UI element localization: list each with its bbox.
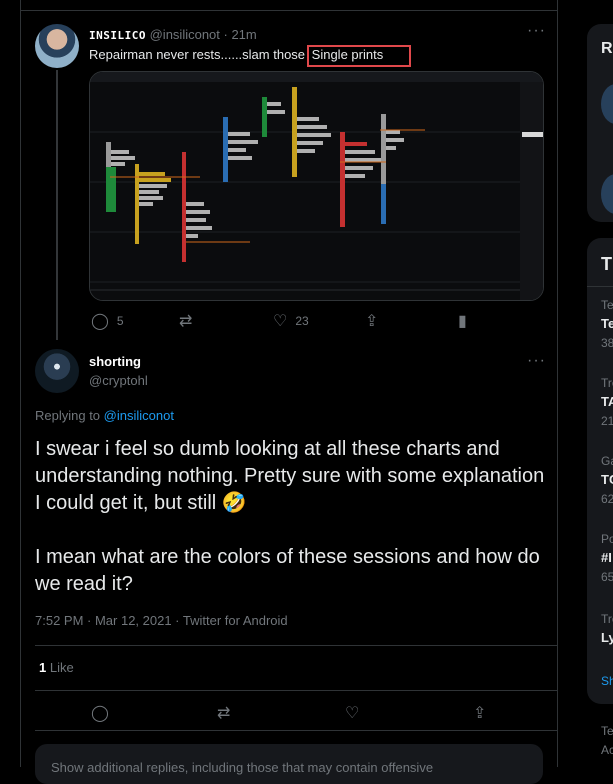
trend-context: Tre <box>601 612 613 626</box>
market-profile-chart <box>90 72 543 300</box>
analytics-icon: ▮ <box>458 313 467 330</box>
trend-count: 38 <box>601 336 613 350</box>
mention-link[interactable]: @insiliconot <box>104 408 174 423</box>
trend-context: Po <box>601 532 613 546</box>
share-icon: ⇪ <box>365 313 379 330</box>
handle[interactable]: @cryptohl <box>89 373 148 388</box>
trend-name[interactable]: Te <box>601 316 613 331</box>
trend-name[interactable]: Ly <box>601 630 613 645</box>
divider <box>35 645 557 646</box>
tweet-timestamp[interactable]: 7:52 PM · Mar 12, 2021 · Twitter for And… <box>35 613 288 628</box>
show-additional-replies[interactable]: Show additional replies, including those… <box>35 744 543 784</box>
like-count: 23 <box>295 314 309 328</box>
thread-connector <box>56 70 58 340</box>
likes-stat[interactable]: 1 Like <box>39 660 74 675</box>
share-icon: ⇪ <box>473 705 487 722</box>
avatar[interactable] <box>601 174 613 214</box>
avatar[interactable] <box>601 84 613 124</box>
like-icon: ♡ <box>273 313 288 330</box>
trend-context: Tre <box>601 376 613 390</box>
top-divider <box>21 0 557 11</box>
trend-name[interactable]: TA <box>601 394 613 409</box>
footer-link[interactable]: Ac <box>601 743 613 757</box>
trend-count: 62 <box>601 492 613 506</box>
retweet-icon: ⇄ <box>217 705 231 722</box>
trend-context: Te <box>601 298 613 312</box>
divider <box>35 690 557 691</box>
tweet-header: INSILICO @insiliconot · 21m <box>89 27 257 42</box>
reply-text: I swear i feel so dumb looking at all th… <box>35 438 545 595</box>
share-button[interactable]: ⇪ <box>473 703 486 723</box>
like-icon: ♡ <box>345 705 360 722</box>
tweet-time[interactable]: · 21m <box>224 27 257 42</box>
likes-count: 1 <box>39 660 47 675</box>
share-button[interactable]: ⇪ <box>365 311 378 331</box>
avatar[interactable] <box>35 349 79 393</box>
reply-button[interactable]: ◯ <box>91 703 109 723</box>
trend-count: 21 <box>601 414 613 428</box>
replying-to: Replying to @insiliconot <box>35 408 174 423</box>
more-options-icon[interactable]: ··· <box>527 352 546 370</box>
chart-image[interactable] <box>89 71 544 301</box>
retweet-button[interactable]: ⇄ <box>179 311 192 331</box>
timeline-column: INSILICO @insiliconot · 21m ··· Repairma… <box>20 0 558 784</box>
analytics-button[interactable]: ▮ <box>458 311 467 331</box>
like-button[interactable]: ♡ <box>345 703 359 723</box>
trends-box: T Te Te 38 Tre TA 21 Ga TC 62 Po #I 65 T… <box>587 238 613 704</box>
trend-count: 65 <box>601 570 613 584</box>
like-button[interactable]: ♡ 23 <box>273 311 309 331</box>
reply-count: 5 <box>116 314 124 328</box>
handle[interactable]: @insiliconot <box>150 27 220 42</box>
highlighted-phrase: Single prints <box>306 45 412 67</box>
display-name[interactable]: INSILICO <box>89 29 146 42</box>
retweet-icon: ⇄ <box>179 313 193 330</box>
trend-name[interactable]: TC <box>601 472 613 487</box>
show-more-link[interactable]: Sh <box>601 674 613 688</box>
replying-prefix: Replying to <box>35 408 104 423</box>
display-name[interactable]: shorting <box>89 354 141 369</box>
more-options-icon[interactable]: ··· <box>527 22 546 40</box>
trend-context: Ga <box>601 454 613 468</box>
likes-label: Like <box>49 660 74 675</box>
who-to-follow-box: R <box>587 24 613 222</box>
avatar[interactable] <box>35 24 79 68</box>
reply-icon: ◯ <box>91 705 109 722</box>
trends-heading: T <box>601 254 612 274</box>
divider <box>35 730 557 731</box>
trend-name[interactable]: #I <box>601 550 612 565</box>
reply-button[interactable]: ◯ 5 <box>91 311 124 331</box>
footer-link[interactable]: Te <box>601 724 613 738</box>
tweet-text-body: Repairman never rests......slam those <box>89 47 306 62</box>
tweet-text: Repairman never rests......slam those Si… <box>89 45 412 67</box>
reply-icon: ◯ <box>91 313 109 330</box>
right-sidebar: R T Te Te 38 Tre TA 21 Ga TC 62 Po #I 65… <box>587 0 613 767</box>
retweet-button[interactable]: ⇄ <box>217 703 230 723</box>
section-heading: R <box>601 40 613 57</box>
